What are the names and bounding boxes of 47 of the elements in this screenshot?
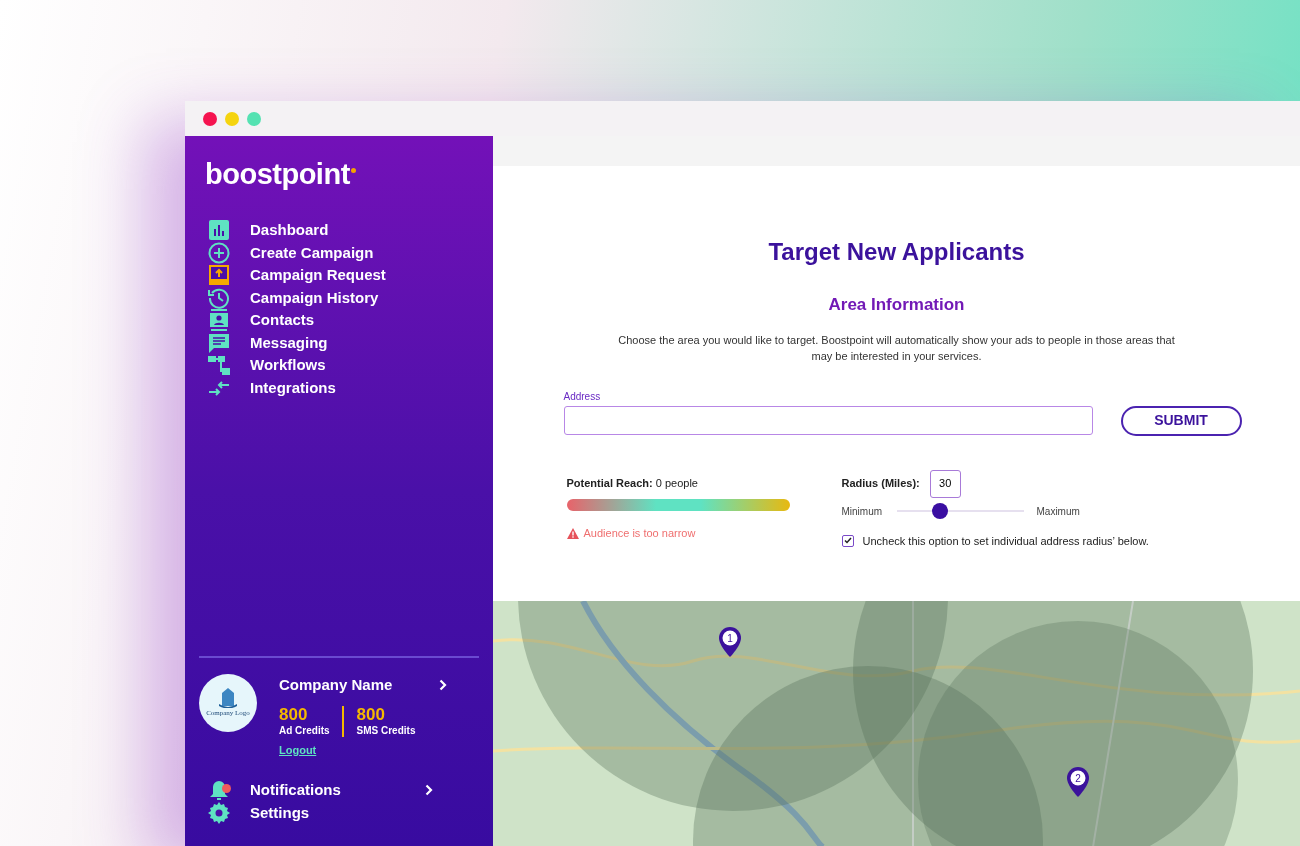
checkmark-icon: [843, 537, 852, 545]
contact-card-icon: [208, 309, 230, 332]
nav-item[interactable]: Contacts: [185, 309, 493, 332]
flowchart-icon: [208, 354, 230, 377]
nav-item[interactable]: Integrations: [185, 376, 493, 399]
nav-item[interactable]: Settings: [185, 801, 493, 824]
nav-item[interactable]: Dashboard: [185, 219, 493, 242]
radius-label: Radius (Miles):: [841, 476, 920, 492]
building-icon: [219, 688, 237, 708]
chat-bubble-icon: [208, 331, 230, 354]
radius-field[interactable]: 30: [929, 469, 961, 498]
section-title: Area Information: [828, 294, 965, 316]
credit-label: SMS Credits: [356, 724, 416, 737]
description: Choose the area you would like to target. Boostpoint will automatically show your ads to people in those areas that may be interested in your services.: [617, 332, 1176, 364]
checkbox-label: Uncheck this option to set individual address radius’ below.: [862, 533, 1149, 549]
maximum-label: Maximum: [1036, 504, 1080, 519]
nav-item[interactable]: Campaign Request: [185, 264, 493, 287]
nav-item[interactable]: Create Campaign: [185, 241, 493, 264]
checkbox[interactable]: [841, 534, 854, 547]
history-icon: [208, 286, 230, 309]
nav-item[interactable]: Notifications: [185, 779, 493, 802]
nav-item[interactable]: Messaging: [185, 331, 493, 354]
map-pin[interactable]: 2: [1067, 767, 1089, 797]
address-field[interactable]: [563, 406, 1093, 435]
plus-circle-icon: [208, 241, 230, 264]
upload-tray-icon: [208, 264, 230, 287]
minimum-label: Minimum: [841, 504, 884, 519]
brand-logo: boostpoint: [205, 160, 350, 189]
company-name: Company Name: [279, 674, 393, 695]
warning-icon: [566, 527, 579, 539]
map-pin[interactable]: 1: [719, 627, 741, 657]
nav-item[interactable]: Workflows: [185, 354, 493, 377]
chevron-right-icon: [425, 784, 433, 797]
page-title: Target New Applicants: [768, 237, 1025, 267]
submit-button[interactable]: SUBMIT: [1120, 405, 1242, 436]
credit-label: Ad Credits: [279, 724, 330, 737]
radius-slider-thumb[interactable]: [931, 503, 948, 519]
settings-icon: [208, 801, 230, 824]
chevron-right-icon[interactable]: [439, 678, 447, 691]
bar-chart-icon: [208, 219, 230, 242]
potential-reach: Potential Reach: 0 people: [566, 475, 699, 491]
credit-count: 800: [356, 706, 386, 724]
nav-item[interactable]: Campaign History: [185, 286, 493, 309]
warning-text: Audience is too narrow: [583, 526, 696, 541]
address-label: Address: [563, 389, 602, 404]
credit-count: 800: [279, 706, 309, 724]
logout-link[interactable]: Logout: [279, 742, 317, 759]
